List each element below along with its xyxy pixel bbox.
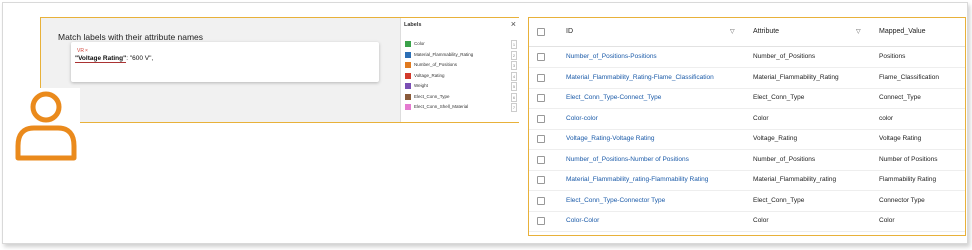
label-name: Number_of_Positions	[414, 62, 458, 67]
label-hotkey: 3	[511, 61, 517, 70]
label-color-swatch	[405, 41, 411, 47]
label-color-swatch	[405, 72, 411, 79]
table-row: Material_Flammability_rating-Flammabilit…	[529, 170, 965, 191]
row-attribute: Color	[753, 217, 769, 224]
person-icon	[10, 88, 80, 163]
row-id-link[interactable]: Elect_Conn_Type-Connect_Type	[566, 94, 661, 101]
label-name: Weight	[414, 83, 428, 88]
label-name: Material_Flammability_Rating	[414, 51, 474, 57]
column-header-attribute[interactable]: Attribute	[753, 28, 779, 35]
row-checkbox[interactable]	[537, 114, 545, 123]
label-color-swatch	[405, 83, 411, 89]
task-title: Match labels with their attribute names	[58, 32, 204, 42]
annotation-text-card: VR× "Voltage Rating": "600 V",	[71, 42, 379, 82]
select-all-checkbox[interactable]	[537, 28, 545, 36]
row-id-link[interactable]: Voltage_Rating-Voltage Rating	[566, 135, 655, 142]
row-mapped-value: Number of Positions	[879, 155, 938, 163]
table-row: Number_of_Positions-Positions Number_of_P…	[529, 47, 965, 68]
table-row: Color-Color Color Color	[529, 211, 965, 232]
row-id-link[interactable]: Color-Color	[566, 217, 599, 224]
label-color-swatch	[405, 51, 411, 58]
label-item[interactable]: Weight 5	[405, 82, 517, 91]
label-hotkey: 6	[511, 92, 517, 102]
label-color-swatch	[405, 62, 411, 68]
row-checkbox[interactable]	[537, 94, 545, 102]
column-header-mapped-value[interactable]: Mapped_Value	[879, 28, 926, 35]
label-name: Voltage_Rating	[414, 72, 445, 78]
label-hotkey: 5	[511, 82, 517, 91]
table-row: Elect_Conn_Type-Connect_Type Elect_Conn_T…	[529, 88, 965, 109]
label-hotkey: 2	[511, 50, 517, 60]
filter-icon[interactable]: ▽	[856, 28, 861, 35]
labels-sidebar: Labels × Color 1 Material_Flammability_Rat…	[400, 18, 519, 122]
labels-title: Labels	[404, 22, 422, 28]
label-name: Elect_Conn_Shell_Material	[414, 104, 469, 109]
row-attribute: Material_Flammability_Rating	[753, 73, 839, 81]
row-attribute: Material_Flammability_rating	[753, 176, 837, 183]
row-attribute: Voltage_Rating	[753, 135, 798, 142]
row-checkbox[interactable]	[537, 196, 545, 205]
label-item[interactable]: Voltage_Rating 4	[405, 71, 517, 81]
sample-text: "Voltage Rating": "600 V",	[75, 55, 154, 63]
label-item[interactable]: Material_Flammability_Rating 2	[405, 50, 517, 60]
row-mapped-value: Connector Type	[879, 196, 925, 204]
annotation-panel: Match labels with their attribute names …	[40, 17, 519, 123]
label-hotkey: 7	[511, 103, 517, 112]
mapping-table: ID ▽ Attribute ▽ Mapped_Value Number_of_…	[528, 17, 966, 236]
row-id-link[interactable]: Color-color	[566, 115, 598, 122]
row-attribute: Elect_Conn_Type	[753, 94, 805, 101]
label-hotkey: 1	[511, 40, 517, 49]
row-attribute: Number_of_Positions	[753, 155, 816, 163]
row-checkbox[interactable]	[537, 217, 545, 225]
row-attribute: Number_of_Positions	[753, 53, 816, 60]
row-attribute: Color	[753, 114, 769, 122]
row-checkbox[interactable]	[537, 176, 545, 184]
highlighted-entity[interactable]: "Voltage Rating"	[75, 55, 127, 63]
close-icon[interactable]: ×	[511, 19, 516, 29]
entity-tag[interactable]: VR×	[77, 48, 88, 54]
column-header-id[interactable]: ID	[566, 28, 573, 35]
row-mapped-value: Positions	[879, 53, 906, 60]
table-row: Color-color Color color	[529, 109, 965, 130]
label-item[interactable]: Number_of_Positions 3	[405, 61, 517, 70]
row-id-link[interactable]: Material_Flammability_rating-Flammabilit…	[566, 176, 708, 183]
row-checkbox[interactable]	[537, 73, 545, 82]
row-mapped-value: Voltage Rating	[879, 135, 922, 142]
row-mapped-value: Connect_Type	[879, 94, 921, 101]
table-header: ID ▽ Attribute ▽ Mapped_Value	[529, 18, 965, 47]
row-mapped-value: Flame_Classification	[879, 73, 939, 81]
label-color-swatch	[405, 104, 411, 110]
table-row: Number_of_Positions-Number of Positions N…	[529, 150, 965, 171]
row-id-link[interactable]: Number_of_Positions-Positions	[566, 53, 657, 60]
label-color-swatch	[405, 93, 411, 100]
tag-remove-icon[interactable]: ×	[85, 48, 88, 54]
row-checkbox[interactable]	[537, 155, 545, 164]
label-name: Elect_Conn_Type	[414, 93, 450, 99]
row-checkbox[interactable]	[537, 53, 545, 61]
row-mapped-value: color	[879, 114, 894, 122]
table-row: Elect_Conn_Type-Connector Type Elect_Conn…	[529, 191, 965, 212]
row-id-link[interactable]: Material_Flammability_Rating-Flame_Class…	[566, 74, 714, 81]
row-mapped-value: Color	[879, 217, 895, 224]
label-item[interactable]: Elect_Conn_Type 6	[405, 92, 517, 102]
row-attribute: Elect_Conn_Type	[753, 196, 805, 204]
label-item[interactable]: Color 1	[405, 40, 517, 49]
table-row: Material_Flammability_Rating-Flame_Class…	[529, 68, 965, 89]
label-name: Color	[414, 41, 425, 46]
row-mapped-value: Flammability Rating	[879, 176, 937, 183]
row-id-link[interactable]: Number_of_Positions-Number of Positions	[566, 156, 689, 163]
row-checkbox[interactable]	[537, 135, 545, 143]
row-id-link[interactable]: Elect_Conn_Type-Connector Type	[566, 197, 665, 204]
sample-text-rest: : "600 V",	[126, 55, 154, 62]
label-item[interactable]: Elect_Conn_Shell_Material 7	[405, 103, 517, 112]
table-row: Voltage_Rating-Voltage Rating Voltage_Rat…	[529, 129, 965, 150]
filter-icon[interactable]: ▽	[730, 28, 735, 35]
label-hotkey: 4	[511, 71, 517, 81]
entity-tag-label: VR	[77, 48, 84, 54]
